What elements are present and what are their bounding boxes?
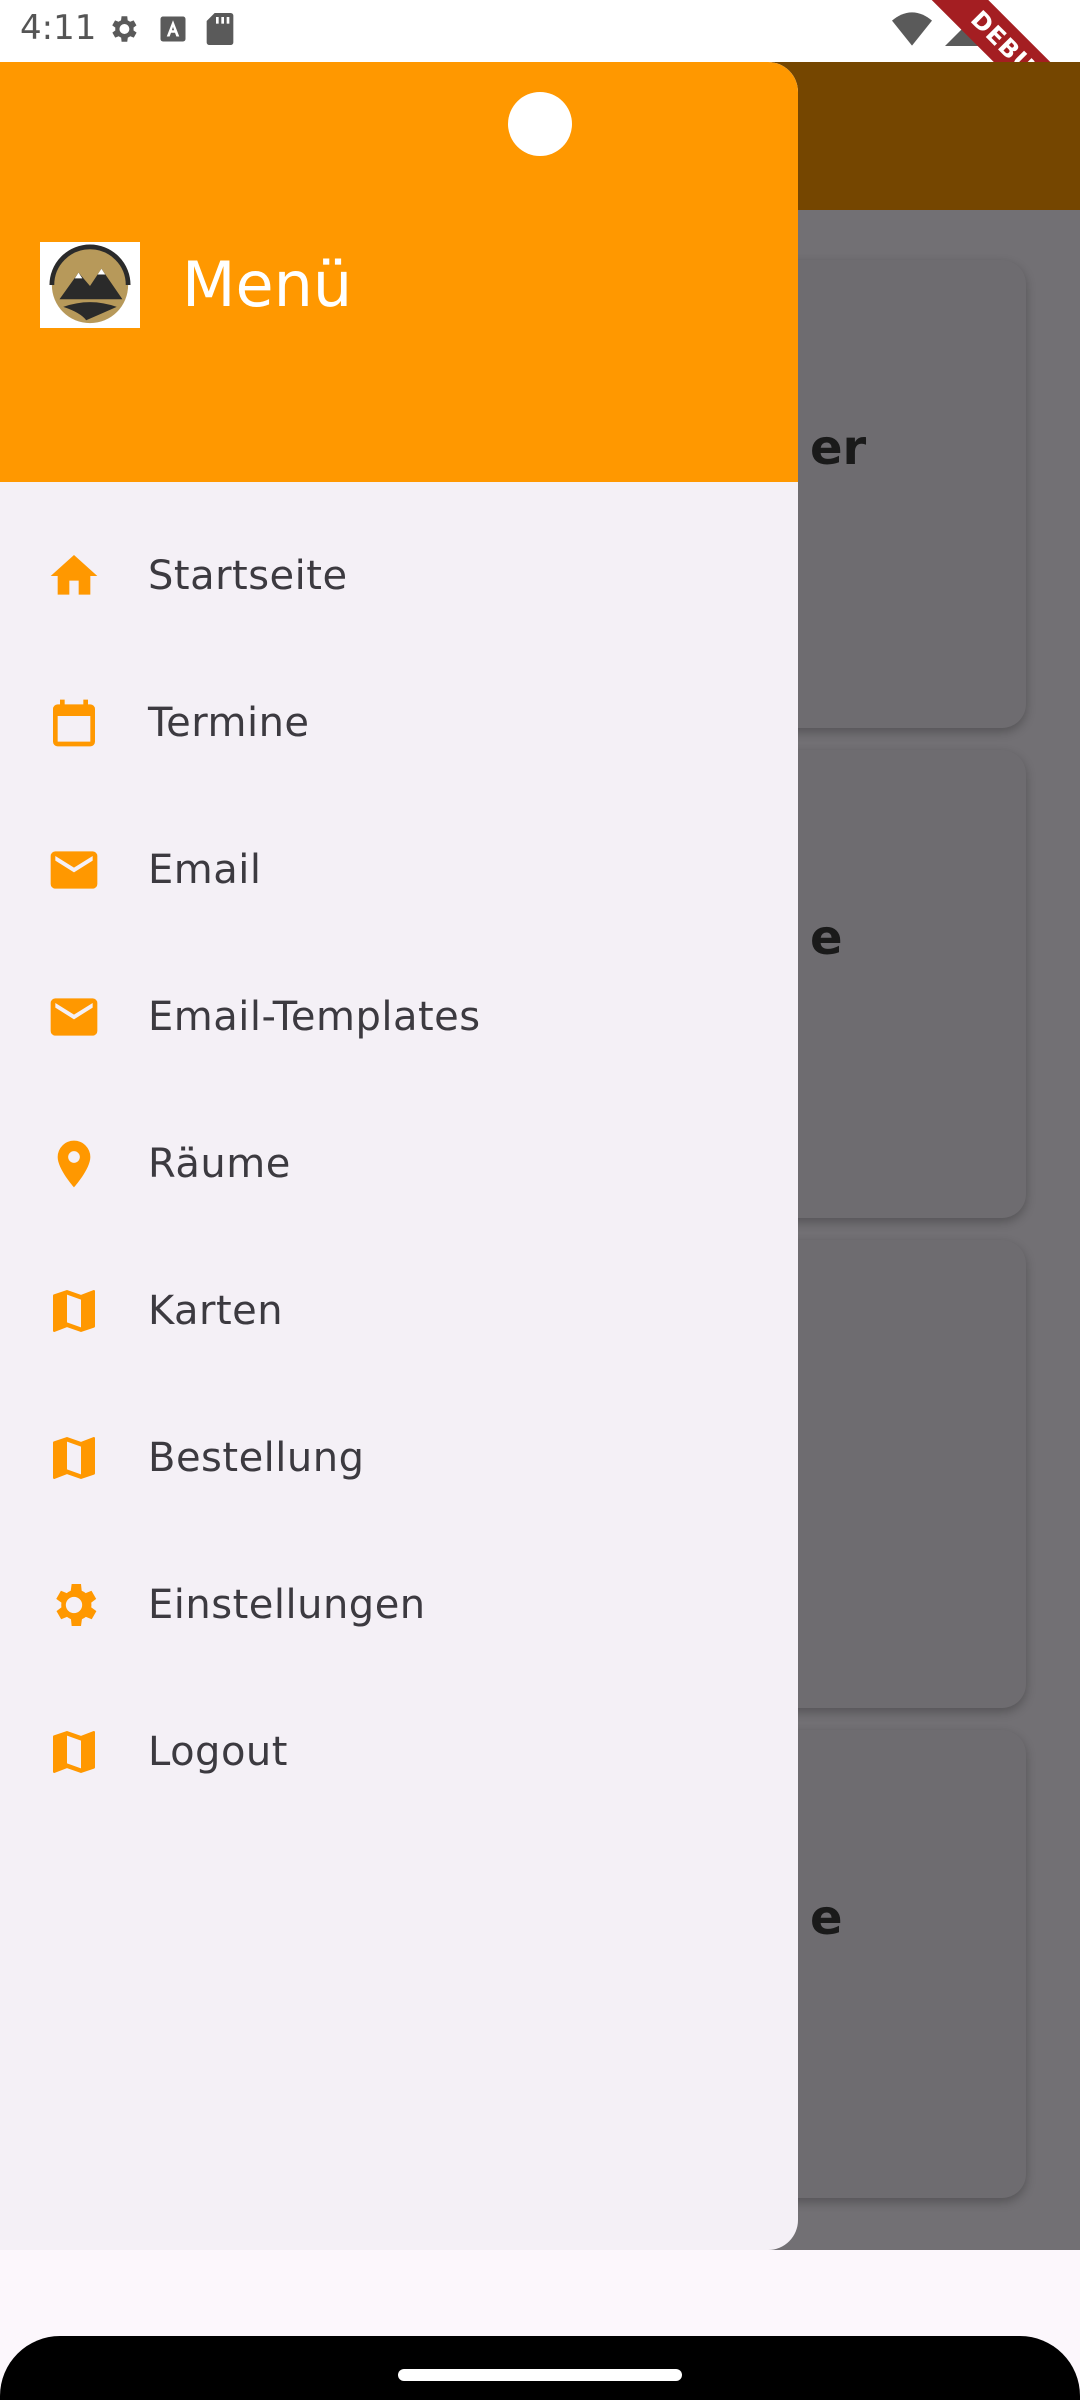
menu-item-label: Räume — [148, 1140, 291, 1187]
location-pin-icon — [44, 1134, 104, 1194]
mail-icon — [44, 840, 104, 900]
mountain-logo-icon — [49, 244, 131, 324]
map-icon — [44, 1281, 104, 1341]
bottom-safe-area — [0, 2250, 1080, 2336]
menu-item-logout[interactable]: Logout — [0, 1678, 798, 1825]
mail-icon — [44, 987, 104, 1047]
menu-item-label: Logout — [148, 1728, 288, 1775]
card-title-fragment: er — [810, 420, 867, 476]
drawer-header: Menü — [0, 62, 798, 482]
menu-item-termine[interactable]: Termine — [0, 649, 798, 796]
drawer-menu: Startseite Termine Email Email-Templates… — [0, 502, 798, 1825]
menu-item-raeume[interactable]: Räume — [0, 1090, 798, 1237]
menu-item-label: Termine — [148, 699, 310, 746]
status-time: 4:11 — [20, 8, 97, 48]
menu-item-email-templates[interactable]: Email-Templates — [0, 943, 798, 1090]
wifi-icon — [892, 12, 932, 46]
menu-item-karten[interactable]: Karten — [0, 1237, 798, 1384]
menu-item-label: Email-Templates — [148, 993, 481, 1040]
menu-item-einstellungen[interactable]: Einstellungen — [0, 1531, 798, 1678]
map-icon — [44, 1722, 104, 1782]
home-gesture-handle[interactable] — [398, 2369, 682, 2381]
status-icons-left — [106, 12, 234, 46]
card-title-fragment: e — [810, 910, 843, 966]
menu-item-label: Email — [148, 846, 262, 893]
menu-item-label: Startseite — [148, 552, 348, 599]
gesture-navigation-bar — [0, 2336, 1080, 2400]
menu-item-startseite[interactable]: Startseite — [0, 502, 798, 649]
home-icon — [44, 546, 104, 606]
drawer-title: Menü — [182, 248, 353, 321]
text-icon — [160, 16, 186, 42]
calendar-icon — [44, 693, 104, 753]
app-logo — [40, 242, 140, 328]
menu-item-label: Einstellungen — [148, 1581, 426, 1628]
menu-item-bestellung[interactable]: Bestellung — [0, 1384, 798, 1531]
card-title-fragment: e — [810, 1890, 843, 1946]
menu-item-label: Karten — [148, 1287, 284, 1334]
gear-icon — [112, 16, 137, 42]
map-icon — [44, 1428, 104, 1488]
menu-item-email[interactable]: Email — [0, 796, 798, 943]
status-bar: 4:11 DEBUG — [0, 0, 1080, 157]
menu-item-label: Bestellung — [148, 1434, 365, 1481]
sd-card-icon — [206, 13, 234, 45]
camera-notch — [508, 92, 572, 156]
gear-icon — [44, 1575, 104, 1635]
navigation-drawer: Menü Startseite Termine Email Email-Temp… — [0, 62, 798, 2250]
